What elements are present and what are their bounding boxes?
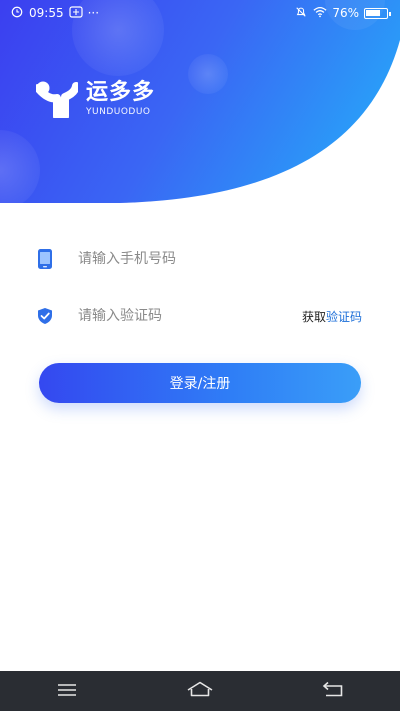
brand-name: 运多多 <box>86 80 156 105</box>
phone-icon <box>36 248 54 270</box>
home-icon <box>187 681 213 701</box>
brand-name-latin: YUNDUODUO <box>86 107 151 117</box>
wifi-icon <box>313 6 327 21</box>
logo-mark-icon <box>34 80 80 124</box>
get-code-button[interactable]: 获取验证码 <box>302 308 362 325</box>
status-more: ··· <box>87 6 100 20</box>
app-notification-icon <box>68 5 83 21</box>
battery-icon <box>364 7 391 19</box>
status-time: 09:55 <box>29 6 64 20</box>
home-button[interactable] <box>170 671 230 711</box>
back-button[interactable] <box>303 671 363 711</box>
battery-percent: 76% <box>332 6 359 20</box>
phone-input[interactable] <box>78 251 362 267</box>
code-input[interactable] <box>78 308 302 324</box>
system-nav-bar <box>0 671 400 711</box>
get-code-prefix: 获取 <box>301 309 326 324</box>
get-code-accent: 验证码 <box>325 309 362 324</box>
back-icon <box>322 681 344 701</box>
app-logo: 运多多 YUNDUODUO <box>34 80 156 124</box>
phone-row <box>36 239 362 279</box>
menu-button[interactable] <box>37 671 97 711</box>
status-bar: 09:55 ··· 76% <box>0 0 400 26</box>
code-row: 获取验证码 <box>36 296 362 336</box>
menu-icon <box>57 682 77 701</box>
mute-icon <box>294 6 308 21</box>
alarm-icon <box>10 6 24 21</box>
battery-level <box>366 9 380 16</box>
shield-check-icon <box>36 305 54 327</box>
login-register-button[interactable]: 登录/注册 <box>39 363 361 403</box>
